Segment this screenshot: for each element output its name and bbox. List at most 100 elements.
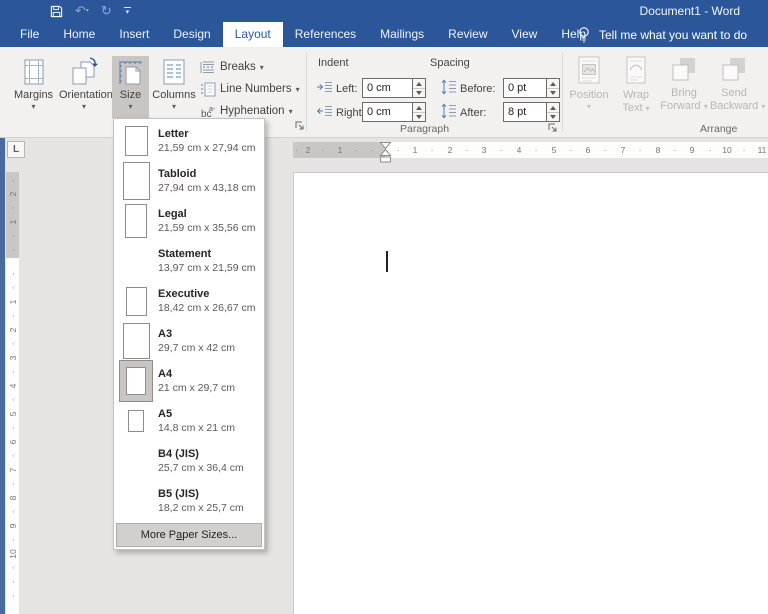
margins-label: Margins (13, 89, 54, 101)
size-icon (119, 61, 142, 85)
spacing-before-stepper[interactable] (547, 78, 560, 98)
chevron-down-icon: ▾ (295, 84, 300, 94)
chevron-down-icon: ▾ (128, 102, 133, 111)
bring-forward-icon (672, 58, 695, 81)
tab-label: Design (173, 27, 211, 41)
paper-size-dims: 21 cm x 29,7 cm (158, 382, 236, 394)
more-paper-sizes-item[interactable]: More Paper Sizes... (116, 523, 262, 547)
margins-button[interactable]: Margins ▾ (10, 56, 57, 118)
breaks-label: Breaks (220, 61, 256, 73)
title-bar: ↶ ▾ ↻ ▾ Document1 - Word (0, 0, 768, 22)
paragraph-dialog-launcher[interactable] (548, 120, 559, 132)
tab-review[interactable]: Review (436, 22, 499, 47)
size-dropdown-menu: Letter 21,59 cm x 27,94 cm Tabloid 27,94… (113, 118, 265, 550)
tab-home[interactable]: Home (51, 22, 107, 47)
paper-icon (126, 367, 146, 395)
columns-label: Columns (152, 89, 196, 101)
paper-size-name: Tabloid (158, 168, 197, 180)
indent-right-icon (316, 106, 332, 116)
group-divider (562, 52, 563, 132)
page-setup-dialog-launcher[interactable] (295, 118, 306, 130)
vertical-ruler-margin (6, 172, 19, 258)
save-icon[interactable] (50, 2, 63, 20)
spacing-after-stepper[interactable] (547, 102, 560, 122)
spacing-before-label: Before: (460, 83, 496, 95)
arrange-group-label: Arrange (700, 123, 738, 135)
send-backward-button: Send Backward ▾ (710, 56, 765, 118)
customize-quick-access-icon[interactable]: ▾ (123, 2, 131, 20)
tab-insert[interactable]: Insert (107, 22, 161, 47)
indent-marker[interactable] (379, 141, 392, 169)
paper-size-item[interactable]: Letter 21,59 cm x 27,94 cm (114, 121, 264, 161)
spacing-after-input[interactable] (503, 102, 547, 122)
paper-icon (122, 162, 150, 200)
orientation-button[interactable]: Orientation ▾ (59, 56, 113, 118)
paper-size-name: B5 (JIS) (158, 488, 199, 500)
size-button[interactable]: Size ▾ (112, 56, 149, 118)
indent-right-label: Right: (336, 107, 365, 119)
paper-size-dims: 13,97 cm x 21,59 cm (158, 262, 256, 274)
tab-selector-button[interactable]: L (7, 141, 25, 158)
indent-left-stepper[interactable] (413, 78, 426, 98)
paper-size-item[interactable]: Statement 13,97 cm x 21,59 cm (114, 241, 264, 281)
bring-forward-label-1: Bring (671, 87, 697, 99)
tab-references[interactable]: References (283, 22, 368, 47)
paper-size-dims: 21,59 cm x 35,56 cm (158, 222, 256, 234)
tab-file[interactable]: File (8, 22, 51, 47)
group-divider (306, 52, 307, 132)
indent-right-stepper[interactable] (413, 102, 426, 122)
tab-mailings[interactable]: Mailings (368, 22, 436, 47)
margins-icon (24, 59, 43, 85)
spacing-before-input[interactable] (503, 78, 547, 98)
orientation-icon (72, 57, 98, 85)
orientation-label: Orientation (59, 89, 113, 101)
paper-size-dims: 29,7 cm x 42 cm (158, 342, 236, 354)
paper-size-name: Legal (158, 208, 187, 220)
paper-size-item[interactable]: Legal 21,59 cm x 35,56 cm (114, 201, 264, 241)
chevron-down-icon: ▾ (586, 102, 591, 111)
tab-label: Layout (234, 27, 271, 41)
paper-size-item[interactable]: B5 (JIS) 18,2 cm x 25,7 cm (114, 481, 264, 521)
indent-left-input[interactable] (362, 78, 413, 98)
tab-label: Review (448, 27, 488, 41)
columns-button[interactable]: Columns ▾ (151, 56, 197, 118)
paper-size-item[interactable]: A5 14,8 cm x 21 cm (114, 401, 264, 441)
vertical-ruler (6, 258, 19, 614)
tell-me-box[interactable]: Tell me what you want to do (578, 22, 747, 47)
paper-icon (125, 204, 147, 238)
svg-text:a-: a- (209, 106, 216, 113)
wrap-text-icon (626, 56, 646, 84)
paper-size-item[interactable]: Executive 18,42 cm x 26,67 cm (114, 281, 264, 321)
paper-size-item[interactable]: B4 (JIS) 25,7 cm x 36,4 cm (114, 441, 264, 481)
paper-size-dims: 21,59 cm x 27,94 cm (158, 142, 256, 154)
paper-size-dims: 18,2 cm x 25,7 cm (158, 502, 244, 514)
tab-layout[interactable]: Layout (222, 22, 283, 47)
paper-size-dims: 18,42 cm x 26,67 cm (158, 302, 256, 314)
paper-icon-cell (114, 323, 158, 359)
paper-size-name: Letter (158, 128, 189, 140)
indent-right-input[interactable] (362, 102, 413, 122)
document-page[interactable] (293, 172, 768, 614)
hyphenation-label: Hyphenation (220, 105, 285, 117)
paper-size-item[interactable]: A4 21 cm x 29,7 cm (114, 360, 264, 402)
tab-design[interactable]: Design (161, 22, 222, 47)
spacing-after-icon (441, 103, 456, 119)
chevron-down-icon: ▾ (259, 62, 264, 72)
size-label: Size (119, 89, 142, 101)
breaks-button[interactable]: Breaks ▾ (200, 58, 264, 76)
paper-size-item[interactable]: Tabloid 27,94 cm x 43,18 cm (114, 161, 264, 201)
paper-icon-cell (114, 360, 158, 402)
position-label: Position (569, 89, 609, 101)
paper-size-dims: 14,8 cm x 21 cm (158, 422, 236, 434)
paper-icon-cell (114, 410, 158, 432)
tab-view[interactable]: View (500, 22, 550, 47)
paper-size-item[interactable]: A3 29,7 cm x 42 cm (114, 321, 264, 361)
paper-icon (124, 126, 148, 156)
redo-icon[interactable]: ↻ (101, 2, 112, 20)
undo-icon[interactable]: ↶ ▾ (75, 2, 89, 20)
paper-size-name: A3 (158, 328, 173, 340)
paper-icon-cell (114, 286, 158, 316)
line-numbers-button[interactable]: Line Numbers ▾ (200, 80, 300, 98)
send-backward-icon (722, 58, 745, 81)
paper-icon-cell (114, 162, 158, 200)
